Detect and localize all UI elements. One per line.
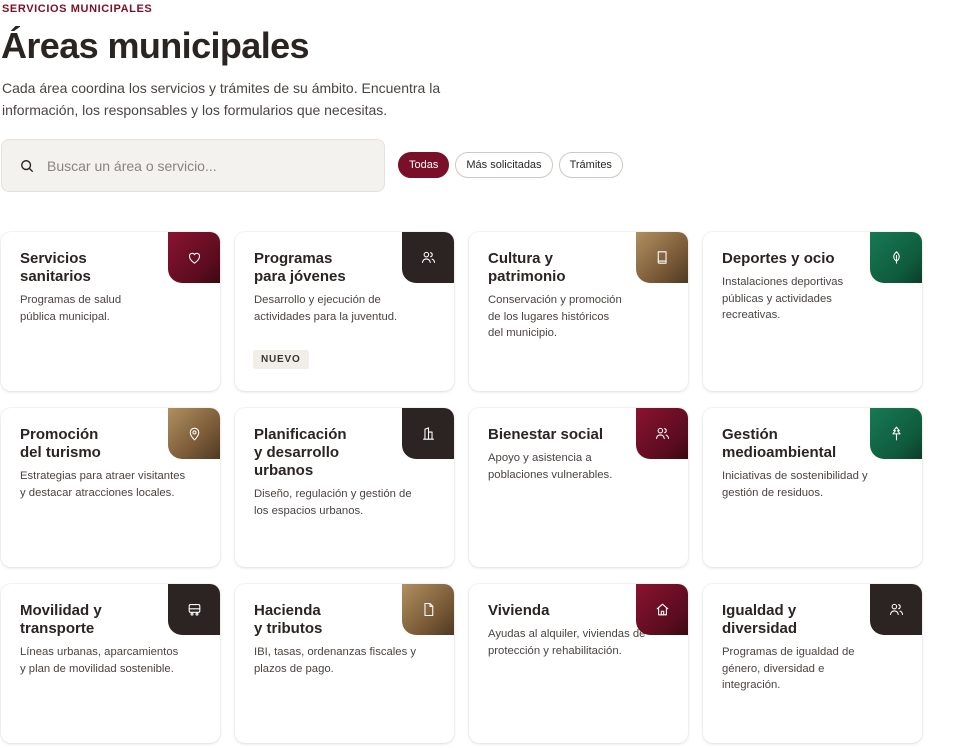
card-icon-tile bbox=[168, 408, 220, 459]
book-icon bbox=[657, 251, 667, 264]
areas-grid: Servicios sanitarios Programas de salud … bbox=[1, 232, 922, 743]
card-description: Desarrollo y ejecución de actividades pa… bbox=[254, 294, 398, 323]
area-card[interactable]: Vivienda Ayudas al alquiler, viviendas d… bbox=[469, 584, 688, 743]
file-icon bbox=[423, 602, 433, 617]
filter-chips: Todas Más solicitadas Trámites bbox=[398, 152, 623, 178]
section-eyebrow: SERVICIOS MUNICIPALES bbox=[2, 3, 153, 15]
heart-icon bbox=[188, 252, 200, 264]
tree-icon bbox=[891, 426, 901, 441]
card-title: Programas para jóvenes bbox=[254, 250, 346, 285]
card-description: Conservación y promoción de los lugares … bbox=[488, 294, 622, 339]
card-title: Vivienda bbox=[488, 602, 550, 619]
search-icon bbox=[21, 159, 34, 172]
filter-all[interactable]: Todas bbox=[398, 152, 450, 178]
area-card[interactable]: Bienestar social Apoyo y asistencia a po… bbox=[469, 408, 688, 567]
card-title: Igualdad y diversidad bbox=[722, 602, 798, 637]
area-card[interactable]: Promoción del turismo Estrategias para a… bbox=[1, 408, 220, 567]
card-title: Promoción del turismo bbox=[20, 426, 101, 461]
search-box[interactable] bbox=[1, 139, 385, 192]
users-icon bbox=[889, 603, 903, 615]
users-icon bbox=[421, 251, 435, 263]
new-badge: NUEVO bbox=[253, 350, 309, 369]
leaf-icon bbox=[892, 251, 900, 264]
card-icon-tile bbox=[636, 584, 688, 635]
page-title: Áreas municipales bbox=[1, 25, 310, 66]
card-title: Movilidad y transporte bbox=[20, 602, 102, 637]
area-card[interactable]: Gestión medioambiental Iniciativas de so… bbox=[703, 408, 922, 567]
card-description: Líneas urbanas, aparcamientos y plan de … bbox=[20, 646, 179, 675]
card-icon-tile bbox=[636, 232, 688, 283]
page: SERVICIOS MUNICIPALES Áreas municipales … bbox=[0, 0, 957, 748]
search-input[interactable] bbox=[47, 157, 367, 174]
area-card[interactable]: Igualdad y diversidad Programas de igual… bbox=[703, 584, 922, 743]
filter-procedures[interactable]: Trámites bbox=[558, 152, 623, 178]
filter-most-requested[interactable]: Más solicitadas bbox=[455, 152, 553, 178]
area-card[interactable]: Planificación y desarrollo urbanos Diseñ… bbox=[235, 408, 454, 567]
card-title: Servicios sanitarios bbox=[20, 250, 91, 285]
users-icon bbox=[655, 427, 669, 439]
card-icon-tile bbox=[870, 232, 922, 283]
card-icon-tile bbox=[636, 408, 688, 459]
card-title: Bienestar social bbox=[488, 426, 604, 443]
card-description: Estrategias para atraer visitantes y des… bbox=[20, 470, 186, 499]
card-description: Programas de salud pública municipal. bbox=[20, 294, 122, 323]
map-pin-icon bbox=[189, 427, 199, 441]
card-icon-tile bbox=[168, 584, 220, 635]
area-card[interactable]: Servicios sanitarios Programas de salud … bbox=[1, 232, 220, 391]
card-title: Planificación y desarrollo urbanos bbox=[254, 426, 347, 479]
card-icon-tile bbox=[870, 584, 922, 635]
area-card[interactable]: Programas para jóvenes Desarrollo y ejec… bbox=[235, 232, 454, 391]
card-icon-tile bbox=[402, 408, 454, 459]
page-intro: Cada área coordina los servicios y trámi… bbox=[2, 80, 441, 118]
card-icon-tile bbox=[870, 408, 922, 459]
building-icon bbox=[422, 427, 434, 440]
card-title: Cultura y patrimonio bbox=[488, 250, 566, 285]
card-icon-tile bbox=[402, 232, 454, 283]
area-card[interactable]: Deportes y ocio Instalaciones deportivas… bbox=[703, 232, 922, 391]
card-icon-tile bbox=[402, 584, 454, 635]
area-card[interactable]: Cultura y patrimonio Conservación y prom… bbox=[469, 232, 688, 391]
home-icon bbox=[656, 603, 668, 616]
card-description: Iniciativas de sostenibilidad y gestión … bbox=[722, 470, 868, 499]
card-title: Deportes y ocio bbox=[722, 250, 835, 267]
card-description: Diseño, regulación y gestión de los espa… bbox=[254, 488, 412, 517]
bus-icon bbox=[188, 604, 200, 616]
area-card[interactable]: Movilidad y transporte Líneas urbanas, a… bbox=[1, 584, 220, 743]
card-icon-tile bbox=[168, 232, 220, 283]
card-description: Programas de igualdad de género, diversi… bbox=[722, 646, 855, 691]
card-title: Gestión medioambiental bbox=[722, 426, 837, 461]
card-title: Hacienda y tributos bbox=[254, 602, 323, 637]
card-description: IBI, tasas, ordenanzas fiscales y plazos… bbox=[254, 646, 417, 675]
area-card[interactable]: Hacienda y tributos IBI, tasas, ordenanz… bbox=[235, 584, 454, 743]
